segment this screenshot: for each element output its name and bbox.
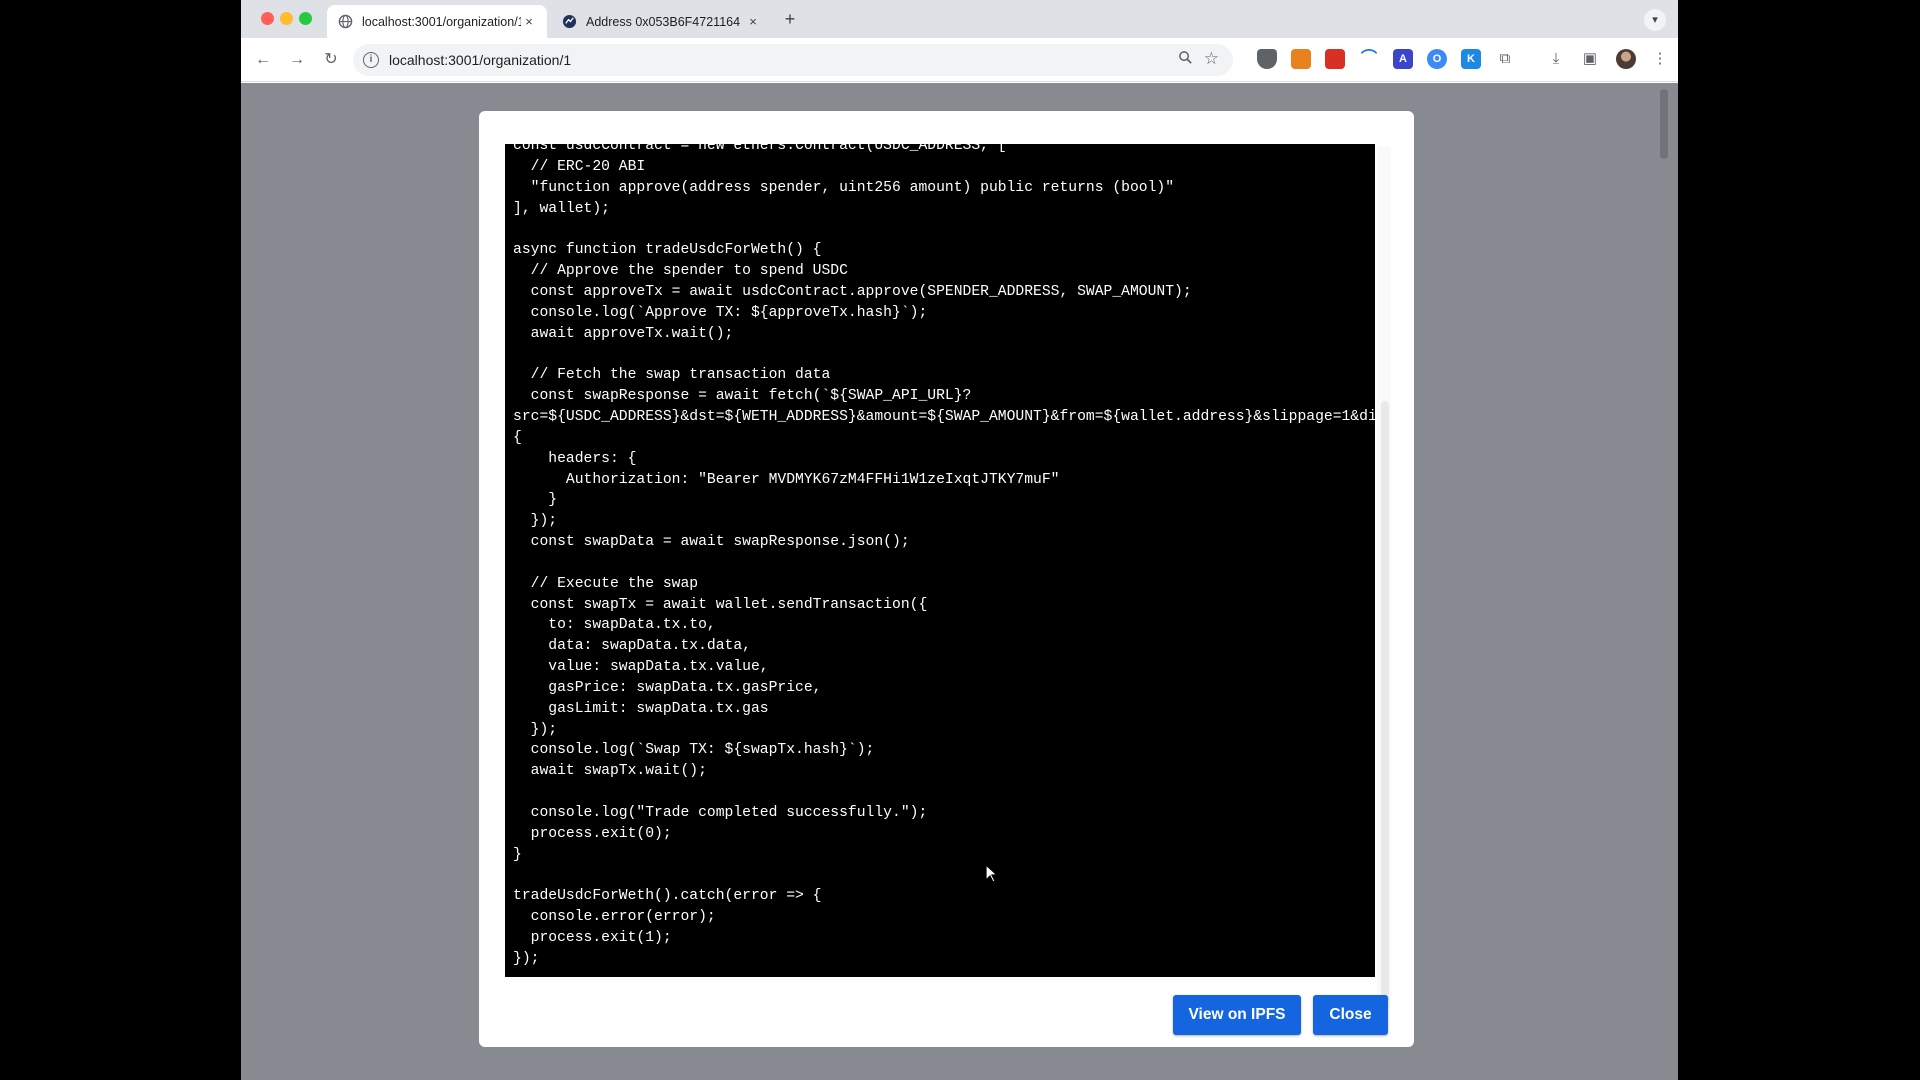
code-scrollbar[interactable] <box>1381 401 1389 1003</box>
tab-search-button[interactable]: ▾ <box>1644 9 1666 31</box>
tab-organization[interactable]: localhost:3001/organization/1 × <box>327 5 547 38</box>
reload-icon[interactable]: ↻ <box>319 48 343 72</box>
globe-icon <box>337 14 353 30</box>
zoom-icon[interactable] <box>1178 50 1193 69</box>
page-scrollbar[interactable] <box>1660 89 1668 159</box>
a-extension-icon[interactable]: A <box>1393 49 1413 69</box>
code-text: const usdcContract = new ethers.Contract… <box>513 144 1375 967</box>
circle-extension-icon[interactable]: O <box>1427 49 1447 69</box>
k-extension-icon[interactable]: K <box>1461 49 1481 69</box>
browser-toolbar: ← → ↻ i localhost:3001/organization/1 ☆ … <box>241 38 1678 82</box>
close-window-button[interactable] <box>261 12 274 25</box>
avatar[interactable] <box>1616 49 1636 69</box>
new-tab-button[interactable]: + <box>779 9 801 31</box>
back-icon[interactable]: ← <box>251 48 275 72</box>
code-modal: const usdcContract = new ethers.Contract… <box>479 111 1414 1047</box>
tab-title: localhost:3001/organization/1 <box>362 14 521 29</box>
arc-extension-icon[interactable]: ⌒ <box>1359 49 1379 69</box>
maximize-window-button[interactable] <box>299 12 312 25</box>
address-bar[interactable]: i localhost:3001/organization/1 ☆ <box>353 44 1233 76</box>
close-button[interactable]: Close <box>1313 995 1388 1035</box>
tab-close-icon[interactable]: × <box>521 14 537 29</box>
metamask-extension-icon[interactable] <box>1291 49 1311 69</box>
menu-icon[interactable]: ⋮ <box>1649 48 1671 70</box>
forward-icon[interactable]: → <box>285 48 309 72</box>
tab-title: Address 0x053B6F4721164 <box>586 14 741 29</box>
site-info-icon[interactable]: i <box>363 52 379 68</box>
side-panel-icon[interactable]: ▣ <box>1579 48 1601 70</box>
download-icon[interactable]: ⤓ <box>1545 48 1567 70</box>
bookmark-star-icon[interactable]: ☆ <box>1204 49 1219 69</box>
red-extension-icon[interactable] <box>1325 49 1345 69</box>
etherscan-icon <box>561 14 577 30</box>
shield-extension-icon[interactable] <box>1257 49 1277 69</box>
browser-window: localhost:3001/organization/1 × Address … <box>241 0 1678 1080</box>
tab-address[interactable]: Address 0x053B6F4721164 × <box>551 5 771 38</box>
puzzle-extension-icon[interactable]: ⧉ <box>1494 48 1516 70</box>
page-overlay: const usdcContract = new ethers.Contract… <box>241 83 1678 1080</box>
address-bar-url[interactable]: localhost:3001/organization/1 <box>389 52 571 68</box>
code-block: const usdcContract = new ethers.Contract… <box>505 144 1375 977</box>
view-on-ipfs-button[interactable]: View on IPFS <box>1173 995 1301 1035</box>
tab-strip: localhost:3001/organization/1 × Address … <box>241 0 1678 38</box>
minimize-window-button[interactable] <box>280 12 293 25</box>
tab-close-icon[interactable]: × <box>745 14 761 29</box>
